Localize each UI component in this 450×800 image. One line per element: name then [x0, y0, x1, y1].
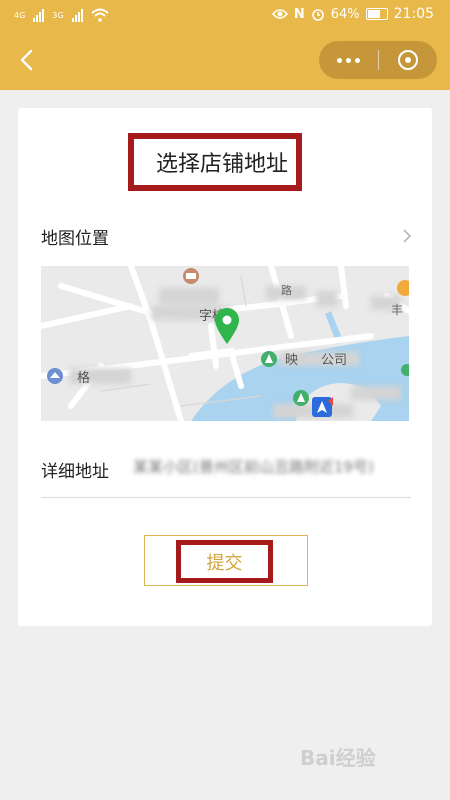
nav-bar	[0, 32, 450, 90]
map-label-feng: 丰	[391, 303, 403, 317]
submit-button[interactable]: 提交	[144, 535, 308, 586]
network-3g-label: 3G	[52, 10, 64, 20]
target-icon	[397, 50, 418, 70]
detail-address-label: 详细地址	[41, 462, 109, 482]
nfc-icon: N	[293, 6, 305, 22]
chevron-right-icon[interactable]	[400, 226, 414, 246]
status-left: 4G 3G	[14, 8, 109, 22]
clock-time: 21:05	[393, 6, 434, 22]
map-label-ying: 映	[285, 353, 298, 368]
more-dots-icon	[336, 57, 360, 63]
status-bar: 4G 3G N 64% 21:05	[0, 0, 450, 32]
detail-address-input[interactable]: 某某小区(普州区前山丑路附近19号)	[133, 456, 408, 478]
address-card: 选择店铺地址 地图位置 格 字校 路 丰 映 公司 详细地址 某某小区(普州区前…	[18, 108, 432, 626]
battery-percent: 64%	[330, 6, 360, 22]
signal-icon-1	[33, 8, 45, 22]
status-right: N 64% 21:05	[271, 6, 434, 22]
baidu-jingyan-watermark: Bai经验	[300, 746, 376, 770]
map-poi-building-icon	[47, 368, 63, 384]
map-poi-tree-icon	[293, 390, 309, 406]
close-mini-program-button[interactable]	[379, 41, 438, 79]
mini-program-capsule	[319, 41, 437, 79]
navigation-arrow-icon	[312, 397, 333, 417]
divider	[41, 497, 411, 498]
map-label-company: 公司	[321, 353, 347, 368]
map-position-label: 地图位置	[41, 229, 109, 249]
alarm-icon	[311, 9, 324, 21]
submit-label: 提交	[206, 552, 243, 574]
map-poi-tree-icon	[261, 351, 277, 367]
page-title: 选择店铺地址	[155, 152, 288, 177]
chevron-left-icon[interactable]	[16, 48, 40, 72]
map-label-road: 路	[281, 284, 292, 297]
map-image: 格 字校 路 丰 映 公司	[41, 266, 409, 421]
network-4g-label: 4G	[14, 10, 26, 20]
submit-highlight-box: 提交	[176, 540, 273, 583]
eye-icon	[271, 9, 288, 19]
wifi-icon	[90, 8, 109, 22]
title-highlight-box: 选择店铺地址	[128, 133, 302, 191]
map-label-ge: 格	[77, 370, 90, 386]
map-view[interactable]: 格 字校 路 丰 映 公司	[41, 266, 409, 421]
battery-icon	[365, 8, 388, 20]
map-poi-food-icon	[183, 268, 199, 284]
signal-icon-2	[71, 8, 83, 22]
more-button[interactable]	[319, 41, 378, 79]
